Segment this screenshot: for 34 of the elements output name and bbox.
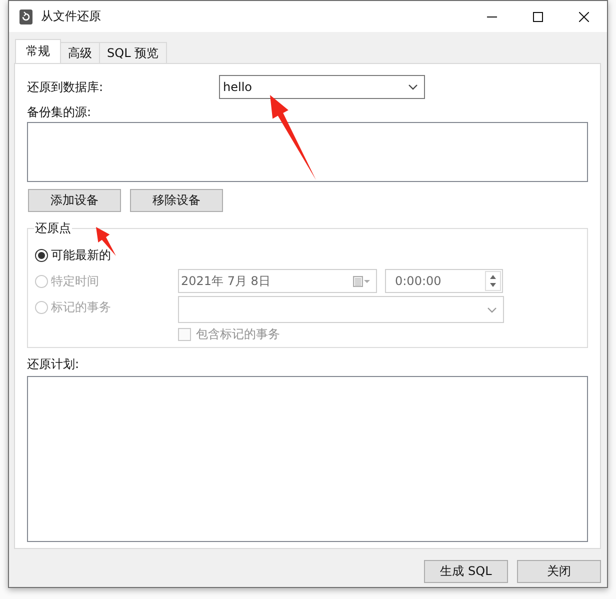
dialog-button[interactable]: 生成 SQL bbox=[424, 560, 508, 583]
restore-icon bbox=[19, 8, 33, 24]
down-arrow-icon bbox=[489, 282, 497, 288]
device-button[interactable]: 移除设备 bbox=[130, 189, 223, 212]
restore-plan-list[interactable] bbox=[27, 376, 588, 542]
transaction-dropdown[interactable] bbox=[178, 296, 504, 323]
dialog-button[interactable]: 关闭 bbox=[517, 560, 601, 583]
radio-button[interactable] bbox=[35, 248, 48, 262]
spinner-buttons[interactable] bbox=[485, 271, 501, 291]
calendar-icon bbox=[353, 276, 371, 286]
group-title: 还原点 bbox=[34, 220, 72, 237]
window-title: 从文件还原 bbox=[41, 8, 101, 25]
tab[interactable]: 常规 bbox=[15, 39, 61, 63]
date-picker[interactable]: 2021年 7月 8日 bbox=[178, 269, 377, 293]
radio-label: 特定时间 bbox=[51, 272, 99, 290]
chevron-down-icon bbox=[408, 84, 418, 90]
chevron-down-icon bbox=[487, 306, 497, 312]
time-value: 0:00:00 bbox=[395, 274, 442, 288]
source-list[interactable] bbox=[27, 122, 588, 182]
date-value: 2021年 7月 8日 bbox=[181, 272, 270, 290]
device-button[interactable]: 添加设备 bbox=[28, 189, 121, 212]
field-label: 还原计划: bbox=[27, 356, 80, 373]
field-label: 还原到数据库: bbox=[27, 78, 104, 96]
radio-label: 标记的事务 bbox=[51, 298, 111, 316]
checkbox-label: 包含标记的事务 bbox=[196, 326, 280, 342]
field-label: 备份集的源: bbox=[27, 104, 92, 121]
database-dropdown[interactable]: hello bbox=[219, 75, 425, 99]
dropdown-value: hello bbox=[223, 80, 252, 94]
maximize-icon bbox=[533, 12, 543, 22]
time-field[interactable]: 0:00:00 bbox=[385, 269, 503, 293]
close-icon bbox=[579, 12, 589, 22]
tab[interactable]: SQL 预览 bbox=[99, 42, 167, 63]
up-arrow-icon bbox=[489, 274, 497, 280]
radio-label: 可能最新的 bbox=[51, 246, 111, 264]
